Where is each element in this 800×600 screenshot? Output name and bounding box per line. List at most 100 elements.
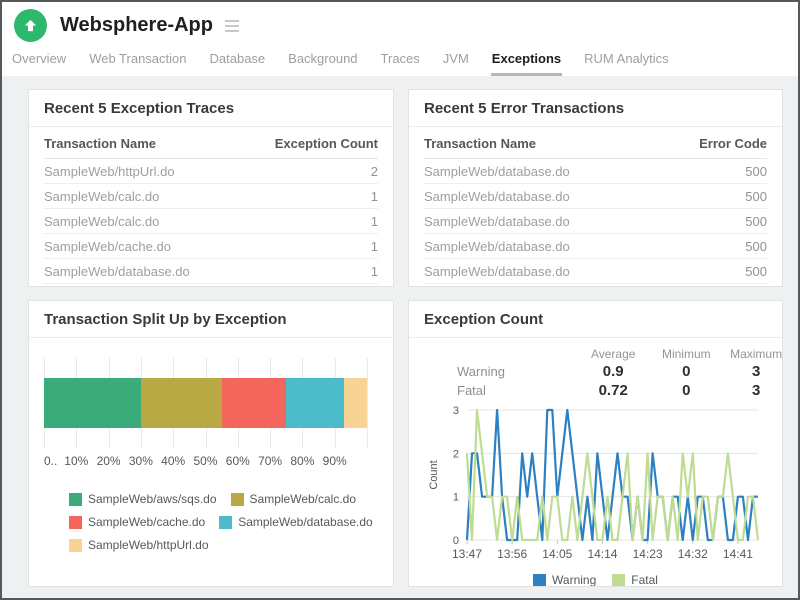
table-row[interactable]: SampleWeb/calc.do1: [44, 209, 378, 234]
table-row[interactable]: SampleWeb/cache.do1: [44, 234, 378, 259]
column-header-error-code: Error Code: [658, 127, 767, 159]
bar-segment-sampleweb-calc-do[interactable]: [141, 378, 222, 428]
legend-item-sampleweb-database-do[interactable]: SampleWeb/database.do: [219, 515, 373, 529]
panel-exception-count: Exception Count Average Minimum Maximum …: [408, 300, 783, 587]
bar-segment-sampleweb-aws-sqs-do[interactable]: [44, 378, 141, 428]
tab-web-transaction[interactable]: Web Transaction: [88, 47, 187, 76]
transaction-name-cell[interactable]: SampleWeb/database.do: [424, 184, 658, 209]
column-header-exception-count: Exception Count: [239, 127, 378, 159]
value-cell: 1: [239, 259, 378, 284]
stats-average: 0.9: [570, 362, 656, 381]
page-title: Websphere-App: [60, 14, 213, 37]
tab-jvm[interactable]: JVM: [442, 47, 470, 76]
stats-minimum: 0: [656, 362, 716, 381]
bar-segment-sampleweb-httpurl-do[interactable]: [344, 378, 367, 428]
value-cell: 500: [658, 159, 767, 184]
value-cell: 500: [658, 259, 767, 284]
svg-text:3: 3: [453, 405, 459, 417]
value-cell: 500: [658, 184, 767, 209]
table-row[interactable]: SampleWeb/database.do500: [424, 159, 767, 184]
legend-color-swatch: [533, 574, 546, 587]
error-transactions-table: Transaction Name Error Code SampleWeb/da…: [424, 127, 767, 284]
legend-color-swatch: [231, 493, 244, 506]
content-area: Recent 5 Exception Traces Transaction Na…: [2, 76, 798, 600]
stats-maximum: 3: [716, 381, 783, 400]
stats-label: Fatal: [457, 381, 570, 400]
panel-error-transactions: Recent 5 Error Transactions Transaction …: [408, 89, 783, 287]
transaction-name-cell[interactable]: SampleWeb/database.do: [424, 259, 658, 284]
svg-text:14:23: 14:23: [633, 547, 663, 561]
table-row[interactable]: SampleWeb/database.do500: [424, 259, 767, 284]
legend-item-warning[interactable]: Warning: [533, 573, 596, 587]
value-cell: 1: [239, 184, 378, 209]
legend-item-sampleweb-aws-sqs-do[interactable]: SampleWeb/aws/sqs.do: [69, 492, 217, 506]
bar-segment-sampleweb-database-do[interactable]: [286, 378, 344, 428]
transaction-name-cell[interactable]: SampleWeb/cache.do: [44, 234, 239, 259]
legend-label: Fatal: [631, 573, 658, 587]
app-logo[interactable]: [14, 9, 47, 42]
svg-text:2: 2: [453, 448, 459, 460]
x-tick-label: 40%: [161, 454, 185, 468]
hamburger-icon[interactable]: [225, 20, 239, 32]
transaction-name-cell[interactable]: SampleWeb/httpUrl.do: [44, 159, 239, 184]
x-tick-label: 90%: [323, 454, 347, 468]
transaction-name-cell[interactable]: SampleWeb/database.do: [424, 209, 658, 234]
dashboard-page: Websphere-App Overview Web Transaction Dat…: [0, 0, 800, 600]
transaction-name-cell[interactable]: SampleWeb/calc.do: [44, 209, 239, 234]
panel-exception-traces: Recent 5 Exception Traces Transaction Na…: [28, 89, 394, 287]
tab-background[interactable]: Background: [287, 47, 358, 76]
legend-label: SampleWeb/database.do: [238, 515, 373, 529]
tab-database[interactable]: Database: [209, 47, 267, 76]
table-row[interactable]: SampleWeb/database.do500: [424, 234, 767, 259]
table-row[interactable]: SampleWeb/database.do500: [424, 209, 767, 234]
table-row[interactable]: SampleWeb/database.do500: [424, 184, 767, 209]
line-series-fatal: [467, 410, 758, 540]
value-cell: 2: [239, 159, 378, 184]
panel-title: Recent 5 Exception Traces: [29, 90, 393, 127]
svg-text:13:56: 13:56: [497, 547, 527, 561]
table-row[interactable]: SampleWeb/database.do1: [44, 259, 378, 284]
table-row[interactable]: SampleWeb/calc.do1: [44, 184, 378, 209]
stats-header-maximum: Maximum: [716, 344, 783, 362]
bar-segment-sampleweb-cache-do[interactable]: [222, 378, 287, 428]
panel-title: Exception Count: [409, 301, 782, 338]
x-tick-label: 70%: [258, 454, 282, 468]
transaction-name-cell[interactable]: SampleWeb/database.do: [44, 259, 239, 284]
legend-item-sampleweb-httpurl-do[interactable]: SampleWeb/httpUrl.do: [69, 538, 209, 552]
line-chart: 0123Count13:4713:5614:0514:1414:2314:321…: [421, 402, 774, 575]
tab-traces[interactable]: Traces: [380, 47, 421, 76]
stats-row-fatal: Fatal 0.72 0 3: [457, 381, 783, 400]
transaction-name-cell[interactable]: SampleWeb/database.do: [424, 159, 658, 184]
x-tick-label: 60%: [226, 454, 250, 468]
tab-exceptions[interactable]: Exceptions: [491, 47, 562, 76]
svg-text:1: 1: [453, 492, 459, 504]
x-tick-label: 20%: [97, 454, 121, 468]
x-tick-label: 0..: [44, 454, 57, 468]
transaction-name-cell[interactable]: SampleWeb/calc.do: [44, 184, 239, 209]
legend-label: SampleWeb/httpUrl.do: [88, 538, 209, 552]
legend-color-swatch: [69, 516, 82, 529]
stats-label: Warning: [457, 362, 570, 381]
app-header: Websphere-App: [2, 2, 798, 44]
legend-item-sampleweb-cache-do[interactable]: SampleWeb/cache.do: [69, 515, 205, 529]
legend-color-swatch: [69, 539, 82, 552]
legend-color-swatch: [219, 516, 232, 529]
legend-color-swatch: [612, 574, 625, 587]
transaction-name-cell[interactable]: SampleWeb/database.do: [424, 234, 658, 259]
x-tick-label: 10%: [64, 454, 88, 468]
svg-text:13:47: 13:47: [452, 547, 482, 561]
legend-item-sampleweb-calc-do[interactable]: SampleWeb/calc.do: [231, 492, 357, 506]
legend-label: SampleWeb/calc.do: [250, 492, 357, 506]
tab-bar: Overview Web Transaction Database Backgroun…: [2, 44, 798, 76]
column-header-transaction-name: Transaction Name: [44, 127, 239, 159]
legend-item-fatal[interactable]: Fatal: [612, 573, 658, 587]
stats-empty-header: [457, 344, 570, 362]
svg-text:14:14: 14:14: [587, 547, 617, 561]
tab-overview[interactable]: Overview: [11, 47, 67, 76]
tab-rum-analytics[interactable]: RUM Analytics: [583, 47, 670, 76]
table-row[interactable]: SampleWeb/httpUrl.do2: [44, 159, 378, 184]
legend-label: SampleWeb/aws/sqs.do: [88, 492, 217, 506]
svg-text:14:41: 14:41: [723, 547, 753, 561]
value-cell: 500: [658, 234, 767, 259]
svg-text:14:32: 14:32: [678, 547, 708, 561]
